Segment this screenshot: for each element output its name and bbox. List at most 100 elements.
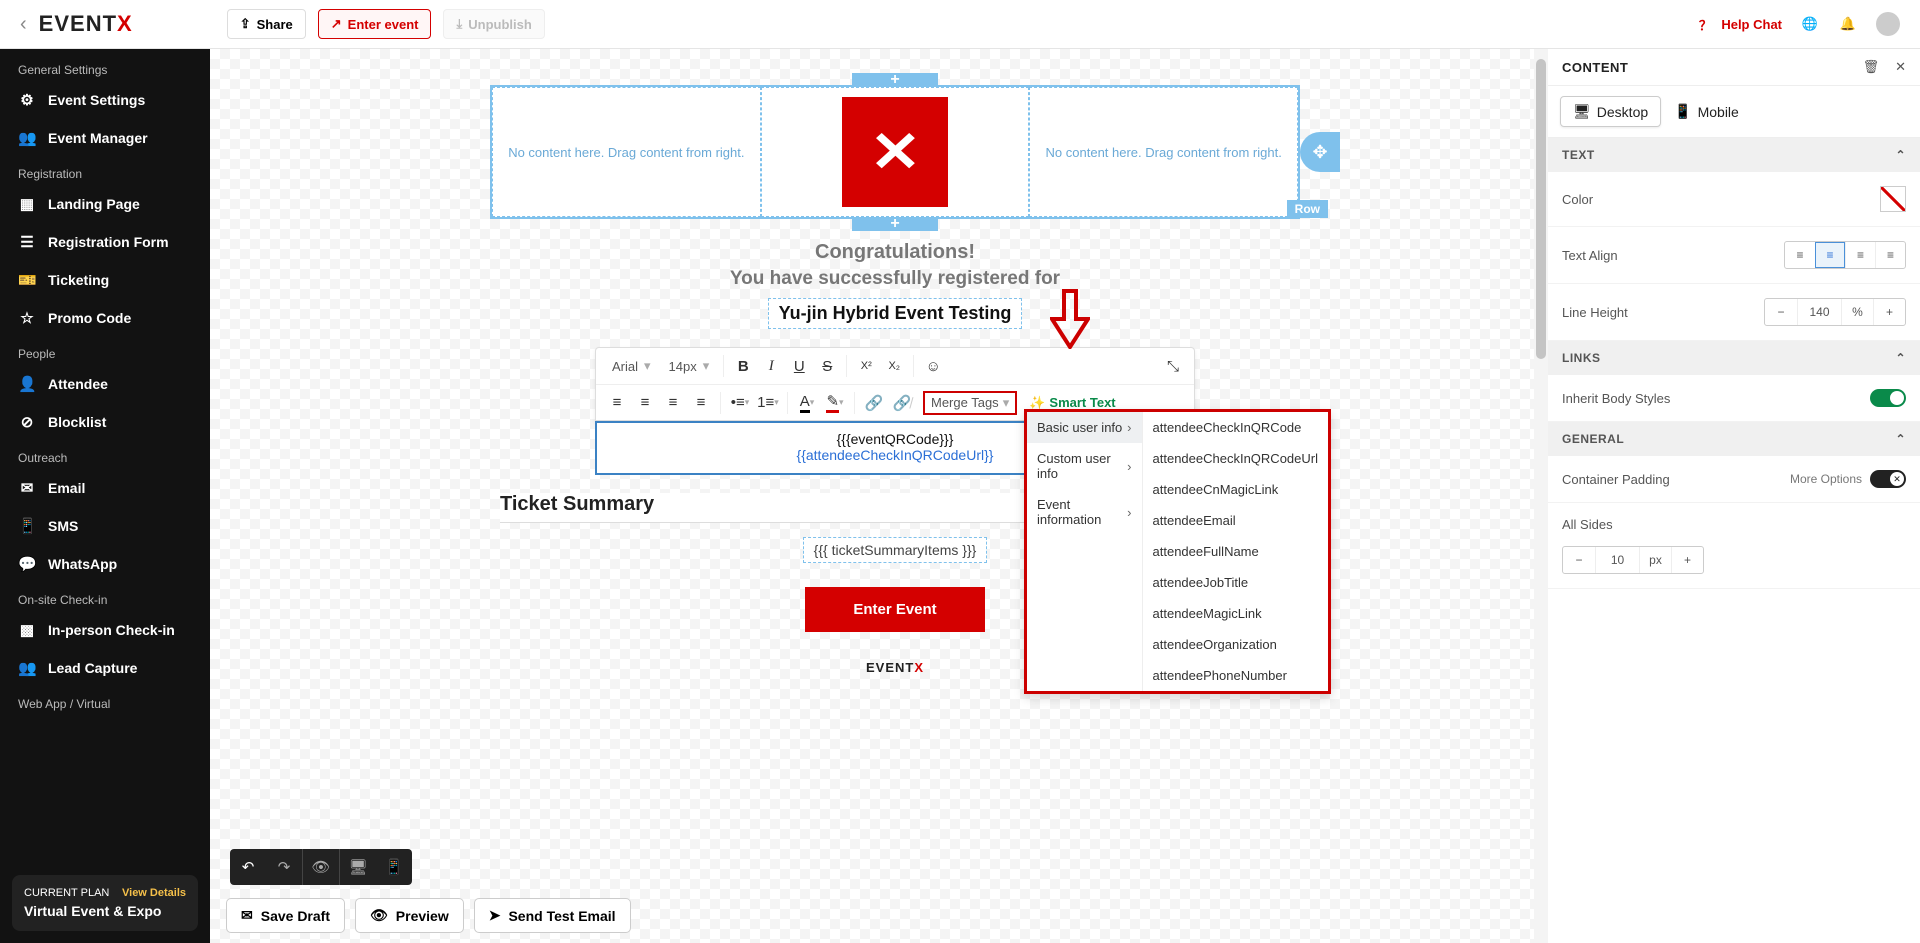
event-name-text[interactable]: Yu-jin Hybrid Event Testing: [768, 298, 1023, 329]
congrats-subtitle: You have successfully registered for: [490, 268, 1300, 290]
bullet-list-button[interactable]: •≡▾: [727, 390, 753, 416]
redo-button[interactable]: ↷: [266, 849, 302, 885]
align-justify-button[interactable]: ≡: [688, 390, 714, 416]
share-button[interactable]: ⇪ Share: [227, 9, 306, 39]
sidebar-item-inperson-checkin[interactable]: ▩In-person Check-in: [0, 611, 210, 649]
sidebar-item-attendee[interactable]: 👤Attendee: [0, 365, 210, 403]
merge-cat-event-info[interactable]: Event information›: [1027, 489, 1142, 535]
merge-field[interactable]: attendeePhoneNumber: [1143, 660, 1328, 691]
section-links[interactable]: LINKS⌃: [1548, 341, 1920, 375]
all-sides-input[interactable]: − 10 px +: [1562, 546, 1704, 574]
tab-mobile[interactable]: 📱Mobile: [1661, 96, 1752, 127]
merge-tags-button[interactable]: Merge Tags ▾: [923, 391, 1017, 415]
unpublish-button[interactable]: ⤓ Unpublish: [443, 9, 544, 39]
preview-toggle[interactable]: 👁: [303, 849, 339, 885]
more-options-toggle[interactable]: [1870, 470, 1906, 488]
section-text[interactable]: TEXT⌃: [1548, 138, 1920, 172]
unlink-button[interactable]: 🔗̸: [889, 390, 915, 416]
strike-button[interactable]: S: [814, 353, 840, 379]
merge-field[interactable]: attendeeCheckInQRCode: [1143, 412, 1328, 443]
merge-cat-basic[interactable]: Basic user info›: [1027, 412, 1142, 443]
add-below-button[interactable]: +: [852, 217, 938, 231]
font-size-select[interactable]: 14px▾: [661, 355, 718, 377]
footer-actions: ✉Save Draft 👁Preview ➤Send Test Email: [226, 898, 631, 933]
sidebar-item-landing-page[interactable]: ▦Landing Page: [0, 185, 210, 223]
event-logo: ✕: [842, 97, 948, 207]
empty-cell-right[interactable]: No content here. Drag content from right…: [1029, 87, 1298, 217]
increment-button[interactable]: +: [1671, 547, 1703, 573]
merge-field[interactable]: attendeeCnMagicLink: [1143, 474, 1328, 505]
font-family-select[interactable]: Arial▾: [604, 355, 659, 377]
help-chat-link[interactable]: ？ Help Chat: [1695, 14, 1782, 34]
highlight-button[interactable]: ✎▾: [822, 390, 848, 416]
globe-icon[interactable]: 🌐: [1800, 14, 1820, 34]
canvas-scrollbar[interactable]: [1534, 49, 1548, 943]
merge-field[interactable]: attendeeFullName: [1143, 536, 1328, 567]
enter-icon: ↗: [331, 16, 342, 32]
sidebar-item-event-manager[interactable]: 👥Event Manager: [0, 119, 210, 157]
line-height-input[interactable]: − 140 % +: [1764, 298, 1906, 326]
link-button[interactable]: 🔗: [861, 390, 887, 416]
bell-icon[interactable]: 🔔: [1838, 14, 1858, 34]
color-swatch[interactable]: [1880, 186, 1906, 212]
text-color-button[interactable]: A▾: [794, 390, 820, 416]
ticket-summary-items[interactable]: {{{ ticketSummaryItems }}}: [803, 537, 988, 563]
sidebar-item-sms[interactable]: 📱SMS: [0, 507, 210, 545]
decrement-button[interactable]: −: [1563, 547, 1595, 573]
tab-desktop[interactable]: 🖥Desktop: [1560, 96, 1661, 127]
save-draft-button[interactable]: ✉Save Draft: [226, 898, 345, 933]
enter-event-button[interactable]: ↗ Enter event: [318, 9, 432, 39]
sidebar-item-event-settings[interactable]: ⚙Event Settings: [0, 81, 210, 119]
number-list-button[interactable]: 1≡▾: [755, 390, 781, 416]
sidebar-item-blocklist[interactable]: ⊘Blocklist: [0, 403, 210, 441]
sidebar-item-lead-capture[interactable]: 👥Lead Capture: [0, 649, 210, 687]
bold-button[interactable]: B: [730, 353, 756, 379]
sidebar-item-email[interactable]: ✉Email: [0, 469, 210, 507]
align-right-button[interactable]: ≡: [660, 390, 686, 416]
sidebar-item-whatsapp[interactable]: 💬WhatsApp: [0, 545, 210, 583]
underline-button[interactable]: U: [786, 353, 812, 379]
desktop-view-button[interactable]: 🖥: [340, 849, 376, 885]
merge-field[interactable]: attendeeEmail: [1143, 505, 1328, 536]
send-test-email-button[interactable]: ➤Send Test Email: [474, 898, 631, 933]
row-logo[interactable]: + No content here. Drag content from rig…: [490, 85, 1300, 219]
plan-view-details[interactable]: View Details: [122, 887, 186, 899]
increment-button[interactable]: +: [1873, 299, 1905, 325]
section-general[interactable]: GENERAL⌃: [1548, 422, 1920, 456]
align-left-option[interactable]: ≡: [1785, 242, 1815, 268]
help-chat-label: Help Chat: [1721, 17, 1782, 32]
canvas[interactable]: + No content here. Drag content from rig…: [210, 49, 1548, 943]
mobile-view-button[interactable]: 📱: [376, 849, 412, 885]
align-center-option[interactable]: ≡: [1815, 242, 1845, 268]
merge-field[interactable]: attendeeOrganization: [1143, 629, 1328, 660]
inherit-toggle[interactable]: [1870, 389, 1906, 407]
align-right-option[interactable]: ≡: [1845, 242, 1875, 268]
superscript-button[interactable]: X²: [853, 353, 879, 379]
subscript-button[interactable]: X₂: [881, 353, 907, 379]
merge-cat-custom[interactable]: Custom user info›: [1027, 443, 1142, 489]
add-above-button[interactable]: +: [852, 73, 938, 87]
preview-button[interactable]: 👁Preview: [355, 898, 464, 933]
align-left-button[interactable]: ≡: [604, 390, 630, 416]
collapse-toolbar-button[interactable]: ⤡: [1160, 353, 1186, 379]
drag-handle[interactable]: ✥: [1300, 132, 1340, 172]
logo-cell[interactable]: ✕: [761, 87, 1030, 217]
empty-cell-left[interactable]: No content here. Drag content from right…: [492, 87, 761, 217]
italic-button[interactable]: I: [758, 353, 784, 379]
emoji-button[interactable]: ☺: [920, 353, 946, 379]
close-panel-button[interactable]: ✕: [1895, 59, 1906, 75]
sidebar-item-promo-code[interactable]: ☆Promo Code: [0, 299, 210, 337]
delete-content-button[interactable]: 🗑: [1863, 59, 1880, 75]
merge-field[interactable]: attendeeJobTitle: [1143, 567, 1328, 598]
merge-field[interactable]: attendeeMagicLink: [1143, 598, 1328, 629]
decrement-button[interactable]: −: [1765, 299, 1797, 325]
sidebar-item-registration-form[interactable]: ☰Registration Form: [0, 223, 210, 261]
align-justify-option[interactable]: ≡: [1875, 242, 1905, 268]
sidebar-item-ticketing[interactable]: 🎫Ticketing: [0, 261, 210, 299]
align-center-button[interactable]: ≡: [632, 390, 658, 416]
merge-field[interactable]: attendeeCheckInQRCodeUrl: [1143, 443, 1328, 474]
avatar-icon[interactable]: [1876, 12, 1900, 36]
enter-event-cta[interactable]: Enter Event: [805, 587, 984, 632]
undo-button[interactable]: ↶: [230, 849, 266, 885]
back-button[interactable]: ‹: [20, 13, 27, 36]
